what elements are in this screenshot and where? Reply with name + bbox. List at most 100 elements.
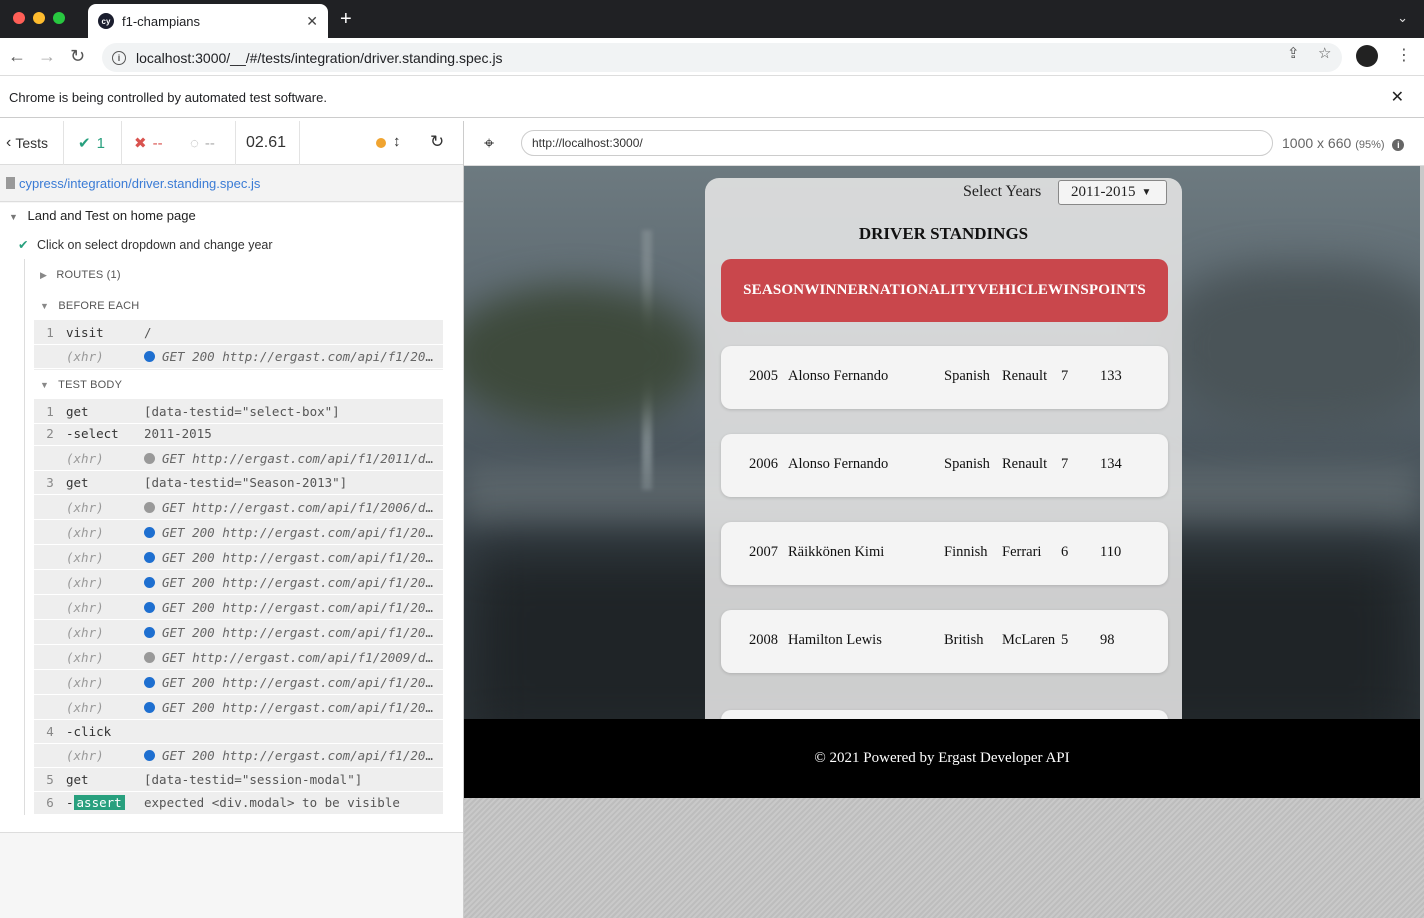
aut-url-bar[interactable]: http://localhost:3000/ [521, 130, 1273, 156]
command-name: (xhr) [66, 624, 104, 640]
command-name: (xhr) [66, 747, 104, 763]
cell-vehicle: Renault [1002, 456, 1048, 472]
tab-search-chevron-icon[interactable]: ⌄ [1397, 10, 1408, 26]
command-row[interactable]: (xhr) GET 200 http://ergast.com/api/f1/20… [34, 570, 443, 595]
command-row[interactable]: 4 -click [34, 719, 443, 744]
rerun-icon[interactable]: ↻ [430, 132, 444, 152]
bookmark-star-icon[interactable]: ☆ [1318, 44, 1331, 62]
share-icon[interactable]: ⇪ [1287, 44, 1300, 62]
table-row[interactable]: 2005 Alonso Fernando Spanish Renault 7 133 [721, 346, 1168, 409]
close-tab-icon[interactable]: ✕ [306, 13, 318, 30]
infobar-close-icon[interactable]: ✕ [1391, 87, 1404, 107]
maximize-window-button[interactable] [53, 12, 65, 24]
command-row[interactable]: 5 get [data-testid="session-modal"] [34, 767, 443, 792]
browser-tab[interactable]: cy f1-champians ✕ [88, 4, 328, 38]
cell-points: 98 [1100, 632, 1115, 648]
app-footer: © 2021 Powered by Ergast Developer API [464, 719, 1420, 798]
xhr-request-text: GET 200 http://ergast.com/api/f1/2013/dr… [162, 574, 434, 590]
selector-playground-crosshair-icon[interactable]: ⌖ [484, 133, 494, 154]
tab-title: f1-champians [122, 13, 201, 29]
suite-title: Land and Test on home page [27, 208, 196, 223]
command-message: GET 200 http://ergast.com/api/f1/2015/dr… [144, 675, 434, 690]
profile-avatar-icon[interactable] [1356, 45, 1378, 67]
command-number: 6 [46, 794, 54, 810]
xhr-request-text: GET http://ergast.com/api/f1/2011/driver… [162, 450, 434, 466]
command-row[interactable]: (xhr) GET http://ergast.com/api/f1/2009/d… [34, 645, 443, 670]
xhr-request-text: GET 200 http://ergast.com/api/f1/2010/dr… [162, 699, 434, 715]
command-row[interactable]: 2 -select 2011-2015 [34, 421, 443, 446]
select-box[interactable]: 2011-2015 ▼ [1058, 180, 1167, 205]
test-body-toggle[interactable]: ▼ TEST BODY [40, 379, 122, 391]
command-row[interactable]: (xhr) GET 200 http://ergast.com/api/f1/20… [34, 545, 443, 570]
command-message: GET 200 http://ergast.com/api/f1/2012/dr… [144, 525, 434, 540]
browser-toolbar: ← → ↻ i localhost:3000/__/#/tests/integr… [0, 38, 1424, 76]
xhr-status-dot-icon [144, 551, 155, 563]
command-name: get [66, 474, 89, 490]
caret-down-icon: ▼ [9, 212, 18, 222]
infobar-message: Chrome is being controlled by automated … [9, 90, 327, 105]
failed-value: -- [152, 134, 163, 152]
test-body-commands: 1 get [data-testid="select-box"] 2 -select 20… [34, 399, 443, 815]
table-row[interactable]: 2006 Alonso Fernando Spanish Renault 7 134 [721, 434, 1168, 497]
cell-winner: Alonso Fernando [788, 456, 889, 472]
command-row[interactable]: (xhr) GET 200 http://ergast.com/api/f1/20… [34, 620, 443, 645]
command-row[interactable]: (xhr) GET http://ergast.com/api/f1/2006/d… [34, 495, 443, 520]
site-info-icon[interactable]: i [112, 50, 126, 65]
suite-row[interactable]: ▼ Land and Test on home page [9, 208, 196, 223]
caret-down-icon: ▼ [40, 301, 50, 311]
command-row[interactable]: (xhr) GET 200 http://ergast.com/api/f1/20… [34, 695, 443, 720]
command-row[interactable]: (xhr) GET http://ergast.com/api/f1/2011/d… [34, 446, 443, 471]
table-row[interactable]: 2008 Hamilton Lewis British McLaren 5 98 [721, 610, 1168, 673]
command-row[interactable]: (xhr) GET 200 http://ergast.com/api/f1/20… [34, 743, 443, 768]
table-row[interactable]: 2007 Räikkönen Kimi Finnish Ferrari 6 110 [721, 522, 1168, 585]
address-url: localhost:3000/__/#/tests/integration/dr… [136, 49, 503, 66]
table-header: SEASONWINNERNATIONALITYVEHICLEWINSPOINTS [721, 259, 1168, 322]
command-name: (xhr) [66, 549, 104, 565]
auto-scroll-dot-icon[interactable] [376, 138, 386, 148]
info-circle-icon[interactable]: i [1392, 139, 1405, 151]
tree-guide-line [24, 259, 25, 815]
command-row[interactable]: 6- assert expected <div.modal> to be visib… [34, 790, 443, 815]
cell-nationality: Finnish [944, 544, 988, 560]
cell-points: 134 [1100, 456, 1122, 472]
xhr-request-text: GET 200 http://ergast.com/api/f1/2005/dr… [162, 348, 434, 364]
cell-wins: 7 [1061, 456, 1069, 472]
before-each-commands: 1 visit / (xhr) GET 200 http://ergast.com/ap… [34, 320, 443, 370]
address-bar[interactable]: i localhost:3000/__/#/tests/integration/… [102, 43, 1342, 72]
xhr-request-text: GET 200 http://ergast.com/api/f1/2012/dr… [162, 524, 434, 540]
cell-season: 2006 [749, 456, 778, 472]
routes-toggle[interactable]: ▶ ROUTES (1) [40, 269, 121, 281]
command-row[interactable]: 3 get [data-testid="Season-2013"] [34, 470, 443, 495]
reload-icon[interactable]: ↻ [70, 46, 85, 66]
pending-count: ◌ -- [180, 121, 236, 165]
close-window-button[interactable] [13, 12, 25, 24]
cell-vehicle: Renault [1002, 368, 1048, 384]
reporter-stats-bar: ‹ Tests ✔ 1 ✖ -- ◌ -- 02.61 ↕ ↻ [0, 121, 463, 165]
minimize-window-button[interactable] [33, 12, 45, 24]
browser-menu-icon[interactable]: ⋮ [1396, 45, 1412, 65]
xhr-status-dot-icon [144, 676, 155, 688]
command-name: visit [66, 324, 104, 340]
cell-vehicle: McLaren [1002, 632, 1056, 648]
viewport-size: 1000 x 660 (95%) i [1282, 135, 1405, 151]
scroll-arrows-icon[interactable]: ↕ [393, 133, 401, 150]
forward-arrow-icon[interactable]: → [38, 46, 56, 66]
spec-path-link[interactable]: cypress/integration/driver.standing.spec… [19, 176, 260, 191]
command-row[interactable]: (xhr) GET 200 http://ergast.com/api/f1/20… [34, 670, 443, 695]
before-each-toggle[interactable]: ▼ BEFORE EACH [40, 300, 139, 312]
failed-count: ✖ -- [122, 121, 180, 165]
cell-wins: 5 [1061, 632, 1069, 648]
command-row[interactable]: (xhr) GET 200 http://ergast.com/api/f1/20… [34, 344, 443, 369]
command-number: 3 [46, 474, 54, 490]
command-row[interactable]: 1 visit / [34, 320, 443, 345]
back-arrow-icon[interactable]: ← [8, 46, 26, 66]
xhr-status-dot-icon [144, 526, 155, 538]
test-row[interactable]: ✔ Click on select dropdown and change ye… [18, 237, 273, 252]
command-message: GET 200 http://ergast.com/api/f1/2011/dr… [144, 748, 434, 763]
dropdown-triangle-icon: ▼ [1141, 187, 1152, 198]
command-row[interactable]: (xhr) GET 200 http://ergast.com/api/f1/20… [34, 595, 443, 620]
command-dash: - [66, 794, 74, 810]
tests-back-button[interactable]: ‹ Tests [0, 121, 64, 165]
new-tab-icon[interactable]: + [340, 8, 352, 30]
command-row[interactable]: (xhr) GET 200 http://ergast.com/api/f1/20… [34, 520, 443, 545]
